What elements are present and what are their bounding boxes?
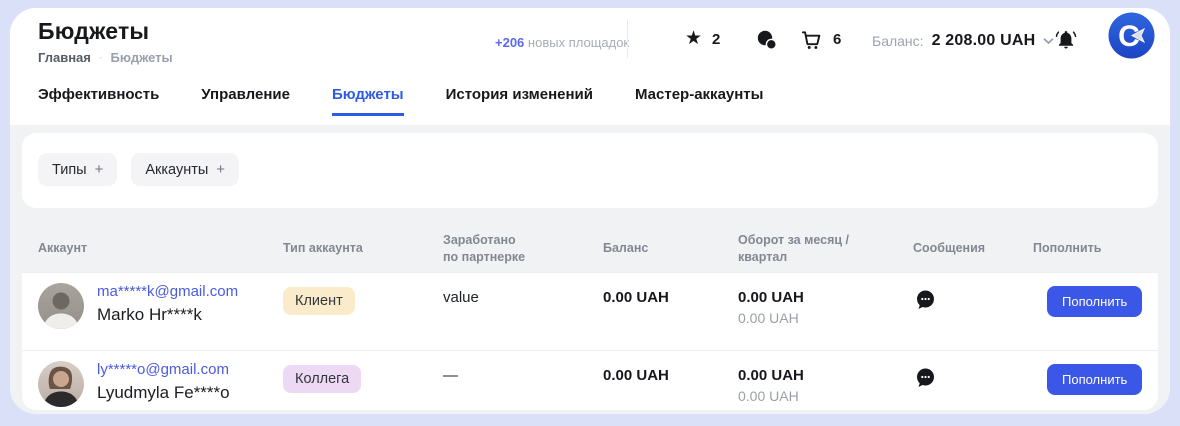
balance-dropdown[interactable]: Баланс: 2 208.00 UAH	[872, 32, 1054, 50]
topup-button[interactable]: Пополнить	[1047, 286, 1142, 317]
avatar	[38, 361, 84, 407]
balance-label: Баланс:	[872, 33, 924, 49]
cart-count: 6	[833, 31, 841, 48]
cart-icon	[800, 28, 823, 51]
breadcrumb-current: Бюджеты	[111, 50, 173, 65]
notification-bell-icon[interactable]	[1054, 27, 1078, 51]
header-divider	[627, 20, 628, 58]
logo[interactable]: C	[1108, 12, 1155, 59]
new-platforms-link[interactable]: +206 новых площадок	[495, 35, 629, 50]
account-email[interactable]: ma*****k@gmail.com	[97, 283, 238, 300]
app-window: Бюджеты Главная · Бюджеты +206 новых пло…	[10, 8, 1170, 414]
account-email[interactable]: ly*****o@gmail.com	[97, 361, 230, 378]
account-info: ly*****o@gmail.com Lyudmyla Fe****o	[97, 361, 230, 403]
turnover-quarter: 0.00 UAH	[738, 388, 913, 404]
tab-change-history[interactable]: История изменений	[446, 86, 593, 116]
page-header: Бюджеты Главная · Бюджеты +206 новых пло…	[10, 8, 1170, 125]
breadcrumb-separator: ·	[99, 52, 103, 64]
plus-icon: +	[216, 161, 225, 178]
col-header-topup: Пополнить	[1033, 240, 1142, 257]
account-info: ma*****k@gmail.com Marko Hr****k	[97, 283, 238, 325]
filter-chip-types[interactable]: Типы +	[38, 153, 117, 186]
table-row: ma*****k@gmail.com Marko Hr****k Клиент …	[22, 272, 1158, 350]
favorites-count: 2	[712, 31, 720, 48]
col-header-earned: Заработано по партнерке	[443, 232, 603, 266]
col-header-account: Аккаунт	[38, 240, 283, 257]
account-type-badge: Коллега	[283, 365, 361, 393]
messages-button[interactable]	[755, 28, 779, 52]
col-header-messages: Сообщения	[913, 240, 1033, 257]
filter-chip-types-label: Типы	[52, 162, 87, 178]
account-name: Lyudmyla Fe****o	[97, 383, 230, 403]
breadcrumb: Главная · Бюджеты	[38, 50, 173, 65]
page-title: Бюджеты	[38, 18, 149, 45]
filter-chip-accounts-label: Аккаунты	[145, 162, 208, 178]
turnover-cell: 0.00 UAH 0.00 UAH	[738, 286, 913, 326]
chevron-down-icon	[1043, 37, 1054, 45]
account-cell: ma*****k@gmail.com Marko Hr****k	[38, 283, 283, 329]
account-type-badge: Клиент	[283, 287, 355, 315]
budgets-table-card: Аккаунт Тип аккаунта Заработано по партн…	[22, 225, 1158, 410]
col-header-balance: Баланс	[603, 240, 738, 257]
messages-cell	[913, 364, 1033, 395]
filters-card: Типы + Аккаунты +	[22, 133, 1158, 208]
tab-management[interactable]: Управление	[201, 86, 290, 116]
turnover-month: 0.00 UAH	[738, 289, 913, 306]
account-cell: ly*****o@gmail.com Lyudmyla Fe****o	[38, 361, 283, 407]
account-type-cell: Клиент	[283, 286, 443, 315]
tab-budgets[interactable]: Бюджеты	[332, 86, 404, 116]
turnover-month: 0.00 UAH	[738, 367, 913, 384]
table-row: ly*****o@gmail.com Lyudmyla Fe****o Колл…	[22, 350, 1158, 410]
filter-chip-accounts[interactable]: Аккаунты +	[131, 153, 239, 186]
filter-chips: Типы + Аккаунты +	[22, 133, 1158, 206]
account-type-cell: Коллега	[283, 364, 443, 393]
turnover-cell: 0.00 UAH 0.00 UAH	[738, 364, 913, 404]
avatar	[38, 283, 84, 329]
account-name: Marko Hr****k	[97, 305, 238, 325]
chat-icon	[755, 28, 779, 52]
message-bubble-icon[interactable]	[913, 366, 937, 390]
messages-cell	[913, 286, 1033, 317]
message-bubble-icon[interactable]	[913, 288, 937, 312]
new-platforms-label: новых площадок	[528, 35, 629, 50]
plus-icon: +	[95, 161, 104, 178]
earned-cell: —	[443, 367, 603, 384]
tab-master-accounts[interactable]: Мастер-аккаунты	[635, 86, 763, 116]
topup-cell: Пополнить	[1033, 286, 1142, 317]
cart-counter[interactable]: 6	[800, 28, 841, 51]
star-icon: ★	[685, 28, 702, 50]
topup-cell: Пополнить	[1033, 364, 1142, 395]
tab-effectiveness[interactable]: Эффективность	[38, 86, 159, 116]
col-header-account-type: Тип аккаунта	[283, 240, 443, 257]
col-header-turnover: Оборот за месяц / квартал	[738, 232, 913, 266]
tab-bar: Эффективность Управление Бюджеты История…	[38, 86, 763, 116]
breadcrumb-home[interactable]: Главная	[38, 50, 91, 65]
favorites-counter[interactable]: ★ 2	[685, 28, 720, 50]
balance-value: 2 208.00 UAH	[932, 32, 1036, 50]
content-section: Типы + Аккаунты + Аккаунт Тип аккаунта З…	[10, 125, 1170, 414]
balance-cell: 0.00 UAH	[603, 367, 738, 384]
topup-button[interactable]: Пополнить	[1047, 364, 1142, 395]
balance-cell: 0.00 UAH	[603, 289, 738, 306]
earned-cell: value	[443, 289, 603, 306]
new-platforms-count: +206	[495, 35, 524, 50]
table-header-row: Аккаунт Тип аккаунта Заработано по партн…	[22, 225, 1158, 272]
turnover-quarter: 0.00 UAH	[738, 310, 913, 326]
